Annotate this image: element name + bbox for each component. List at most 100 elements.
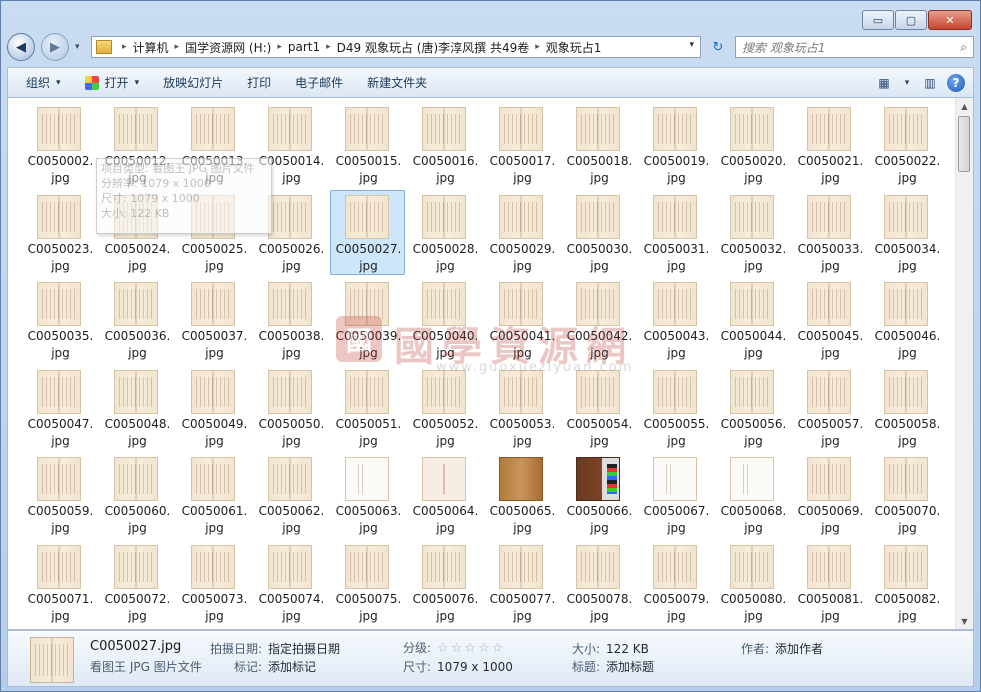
- file-item[interactable]: C0050045. jpg: [792, 277, 867, 362]
- file-item[interactable]: C0050032. jpg: [715, 190, 790, 275]
- file-item[interactable]: C0050030. jpg: [561, 190, 636, 275]
- breadcrumb-part1[interactable]: part1: [288, 40, 320, 54]
- file-item[interactable]: C0050081. jpg: [792, 540, 867, 625]
- file-item[interactable]: C0050029. jpg: [484, 190, 559, 275]
- file-item[interactable]: C0050027. jpg: [330, 189, 405, 275]
- breadcrumb-separator[interactable]: ▸: [277, 42, 282, 52]
- help-icon[interactable]: ?: [947, 73, 965, 92]
- file-item[interactable]: C0050021. jpg: [792, 102, 867, 187]
- file-item[interactable]: C0050002. jpg: [22, 102, 97, 187]
- author-value[interactable]: 添加作者: [775, 642, 823, 656]
- file-item[interactable]: C0050080. jpg: [715, 540, 790, 625]
- file-item[interactable]: C0050073. jpg: [176, 540, 251, 625]
- file-item[interactable]: C0050065. jpg: [484, 452, 559, 537]
- forward-button[interactable]: ▶: [41, 33, 69, 61]
- file-item[interactable]: C0050043. jpg: [638, 277, 713, 362]
- breadcrumb-current-folder[interactable]: 观象玩占1: [546, 39, 602, 56]
- refresh-button[interactable]: ↻: [707, 36, 729, 58]
- file-item[interactable]: C0050075. jpg: [330, 540, 405, 625]
- change-view-icon[interactable]: ▦: [873, 73, 895, 93]
- file-item[interactable]: C0050017. jpg: [484, 102, 559, 187]
- file-item[interactable]: C0050060. jpg: [99, 452, 174, 537]
- file-item[interactable]: C0050051. jpg: [330, 365, 405, 450]
- file-item[interactable]: C0050033. jpg: [792, 190, 867, 275]
- minimize-button[interactable]: ▭: [862, 10, 894, 30]
- file-item[interactable]: C0050034. jpg: [869, 190, 944, 275]
- view-options-dropdown[interactable]: ▾: [901, 73, 913, 93]
- file-item[interactable]: C0050048. jpg: [99, 365, 174, 450]
- file-item[interactable]: C0050074. jpg: [253, 540, 328, 625]
- new-folder-button[interactable]: 新建文件夹: [355, 72, 439, 94]
- file-item[interactable]: C0050061. jpg: [176, 452, 251, 537]
- file-item[interactable]: C0050028. jpg: [407, 190, 482, 275]
- file-item[interactable]: C0050058. jpg: [869, 365, 944, 450]
- breadcrumb-book-folder[interactable]: D49 观象玩占 (唐)李淳风撰 共49卷: [337, 39, 530, 56]
- preview-pane-icon[interactable]: ▥: [919, 73, 941, 93]
- file-item[interactable]: C0050049. jpg: [176, 365, 251, 450]
- file-item[interactable]: C0050050. jpg: [253, 365, 328, 450]
- file-item[interactable]: C0050059. jpg: [22, 452, 97, 537]
- file-item[interactable]: C0050077. jpg: [484, 540, 559, 625]
- back-button[interactable]: ◀: [7, 33, 35, 61]
- file-item[interactable]: C0050053. jpg: [484, 365, 559, 450]
- file-item[interactable]: C0050035. jpg: [22, 277, 97, 362]
- file-item[interactable]: C0050066. jpg: [561, 452, 636, 537]
- breadcrumb-separator[interactable]: ▸: [326, 42, 331, 52]
- close-button[interactable]: ✕: [928, 10, 972, 30]
- scroll-up-arrow[interactable]: ▲: [956, 98, 973, 114]
- file-item[interactable]: C0050069. jpg: [792, 452, 867, 537]
- file-item[interactable]: C0050038. jpg: [253, 277, 328, 362]
- file-item[interactable]: C0050041. jpg: [484, 277, 559, 362]
- file-item[interactable]: C0050023. jpg: [22, 190, 97, 275]
- file-item[interactable]: C0050040. jpg: [407, 277, 482, 362]
- file-item[interactable]: C0050052. jpg: [407, 365, 482, 450]
- file-item[interactable]: C0050022. jpg: [869, 102, 944, 187]
- file-item[interactable]: C0050072. jpg: [99, 540, 174, 625]
- search-input[interactable]: 搜索 观象玩占1 ⌕: [735, 36, 974, 58]
- file-item[interactable]: C0050018. jpg: [561, 102, 636, 187]
- print-button[interactable]: 打印: [235, 72, 283, 94]
- file-item[interactable]: C0050037. jpg: [176, 277, 251, 362]
- scroll-down-arrow[interactable]: ▼: [956, 613, 973, 629]
- file-item[interactable]: C0050020. jpg: [715, 102, 790, 187]
- recent-pages-dropdown[interactable]: ▾: [75, 42, 85, 52]
- file-item[interactable]: C0050055. jpg: [638, 365, 713, 450]
- organize-button[interactable]: 组织 ▾: [14, 72, 73, 94]
- file-item[interactable]: C0050057. jpg: [792, 365, 867, 450]
- file-item[interactable]: C0050070. jpg: [869, 452, 944, 537]
- breadcrumb-computer[interactable]: 计算机: [133, 39, 169, 56]
- maximize-button[interactable]: ▢: [895, 10, 927, 30]
- file-item[interactable]: C0050067. jpg: [638, 452, 713, 537]
- file-item[interactable]: C0050044. jpg: [715, 277, 790, 362]
- file-item[interactable]: C0050082. jpg: [869, 540, 944, 625]
- file-item[interactable]: C0050064. jpg: [407, 452, 482, 537]
- address-bar[interactable]: ▸ 计算机 ▸ 国学资源网 (H:) ▸ part1 ▸ D49 观象玩占 (唐…: [91, 36, 701, 58]
- file-item[interactable]: C0050063. jpg: [330, 452, 405, 537]
- file-item[interactable]: C0050078. jpg: [561, 540, 636, 625]
- file-item[interactable]: C0050019. jpg: [638, 102, 713, 187]
- file-item[interactable]: C0050054. jpg: [561, 365, 636, 450]
- breadcrumb-separator[interactable]: ▸: [122, 42, 127, 52]
- file-item[interactable]: C0050068. jpg: [715, 452, 790, 537]
- file-item[interactable]: C0050036. jpg: [99, 277, 174, 362]
- slideshow-button[interactable]: 放映幻灯片: [151, 72, 235, 94]
- date-taken-value[interactable]: 指定拍摄日期: [268, 642, 340, 656]
- file-item[interactable]: C0050015. jpg: [330, 102, 405, 187]
- breadcrumb-separator[interactable]: ▸: [535, 42, 540, 52]
- file-item[interactable]: C0050047. jpg: [22, 365, 97, 450]
- file-item[interactable]: C0050056. jpg: [715, 365, 790, 450]
- search-icon[interactable]: ⌕: [960, 40, 967, 55]
- file-item[interactable]: C0050046. jpg: [869, 277, 944, 362]
- breadcrumb-drive[interactable]: 国学资源网 (H:): [185, 39, 271, 56]
- vertical-scrollbar[interactable]: ▲ ▼: [955, 98, 973, 629]
- email-button[interactable]: 电子邮件: [283, 72, 355, 94]
- tags-value[interactable]: 添加标记: [268, 660, 316, 674]
- file-item[interactable]: C0050039. jpg: [330, 277, 405, 362]
- address-history-dropdown[interactable]: ▾: [689, 40, 694, 50]
- file-item[interactable]: C0050062. jpg: [253, 452, 328, 537]
- file-item[interactable]: C0050042. jpg: [561, 277, 636, 362]
- file-item[interactable]: C0050079. jpg: [638, 540, 713, 625]
- file-item[interactable]: C0050076. jpg: [407, 540, 482, 625]
- file-item[interactable]: C0050071. jpg: [22, 540, 97, 625]
- file-item[interactable]: C0050016. jpg: [407, 102, 482, 187]
